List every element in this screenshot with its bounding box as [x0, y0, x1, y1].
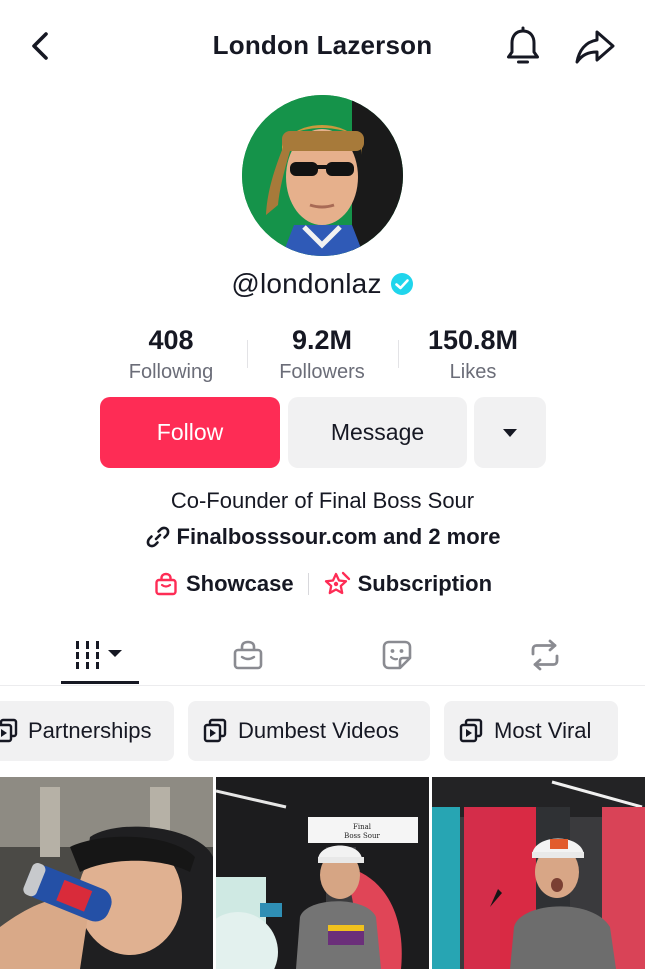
subscription-star-icon [324, 571, 350, 595]
sticker-icon [382, 640, 412, 670]
bio-text: Co-Founder of Final Boss Sour [170, 488, 475, 513]
link-icon [146, 526, 169, 548]
bag-icon [233, 640, 263, 670]
playlist-icon [203, 718, 227, 743]
tab-stickers[interactable] [358, 632, 436, 678]
grid-icon [74, 641, 122, 669]
caret-down-icon [503, 428, 517, 437]
showcase-bag-icon [155, 572, 177, 596]
showcase-label: Showcase [185, 571, 294, 596]
playlist-label: Dumbest Videos [238, 718, 400, 743]
stat-value: 408 [148, 325, 194, 355]
avatar[interactable] [242, 95, 403, 256]
video-thumbnail[interactable] [0, 777, 213, 969]
page-title: London Lazerson [212, 30, 433, 60]
stat-followers[interactable]: 9.2M Followers [247, 322, 397, 386]
bio-link[interactable]: Finalbosssour.com and 2 more [0, 524, 645, 550]
tab-shop[interactable] [209, 632, 287, 678]
video-thumbnail[interactable] [432, 777, 645, 969]
header: London Lazerson [0, 0, 645, 95]
message-button[interactable]: Message [288, 397, 467, 468]
feature-links: Showcase Subscription [0, 571, 645, 597]
handle-row: @londonlaz [0, 268, 645, 300]
playlist-icon [459, 718, 483, 743]
video-grid: Final Boss Sour [0, 777, 645, 969]
stat-likes[interactable]: 150.8M Likes [398, 322, 548, 386]
playlist-dumbest-videos[interactable]: Dumbest Videos [188, 701, 430, 761]
stat-value: 9.2M [291, 325, 353, 355]
subscription-label: Subscription [357, 571, 493, 596]
playlist-label: Most Viral [494, 718, 592, 743]
stat-label: Likes [449, 361, 497, 383]
share-icon[interactable] [572, 24, 618, 70]
bio-link-text: Finalbosssour.com and 2 more [176, 524, 501, 549]
video-thumbnail-image: Final Boss Sour [216, 777, 429, 969]
tab-reposts[interactable] [506, 632, 584, 678]
content-tabs [0, 624, 645, 686]
stat-following[interactable]: 408 Following [96, 322, 246, 386]
repost-icon [531, 639, 559, 671]
playlist-most-viral[interactable]: Most Viral [444, 701, 618, 761]
subscription-link[interactable]: Subscription [323, 571, 492, 597]
stat-label: Following [128, 361, 214, 383]
thumbnail-overlay-text: Final [353, 823, 372, 831]
stat-label: Followers [279, 361, 365, 383]
playlist-partnerships[interactable]: Partnerships [0, 701, 174, 761]
video-thumbnail[interactable]: Final Boss Sour [216, 777, 429, 969]
video-thumbnail-image [432, 777, 645, 969]
showcase-link[interactable]: Showcase [153, 571, 294, 597]
stats-row: 408 Following 9.2M Followers 150.8M Like… [0, 322, 645, 388]
follow-button[interactable]: Follow [100, 397, 280, 468]
avatar-image [242, 95, 403, 256]
active-tab-indicator [61, 681, 139, 684]
more-options-button[interactable] [474, 397, 546, 468]
feature-divider [307, 573, 309, 595]
playlist-label: Partnerships [28, 718, 152, 743]
stat-value: 150.8M [427, 325, 519, 355]
bell-icon[interactable] [500, 24, 546, 70]
playlist-icon [0, 718, 18, 743]
playlist-row: Partnerships Dumbest Videos Most Viral [0, 701, 645, 761]
verified-badge-icon [390, 273, 413, 295]
thumbnail-overlay-text: Boss Sour [344, 832, 380, 840]
tab-videos[interactable] [61, 632, 139, 678]
video-thumbnail-image [0, 777, 213, 969]
username-handle: @londonlaz [231, 268, 382, 299]
